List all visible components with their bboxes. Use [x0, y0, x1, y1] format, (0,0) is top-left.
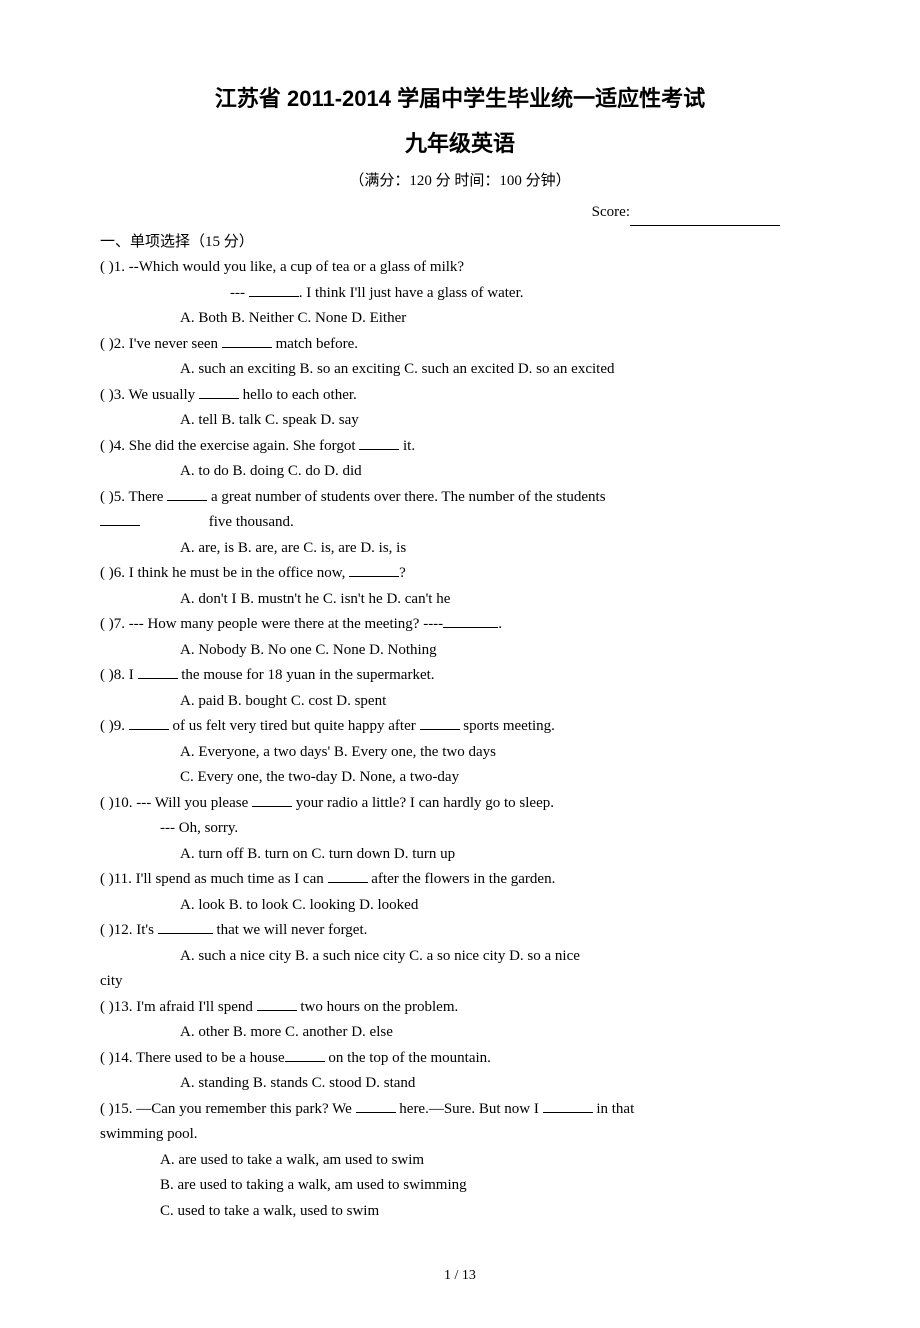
question-12: ( )12. It's that we will never forget. A… [100, 918, 820, 995]
q5-cont: five thousand. [100, 510, 820, 536]
blank [328, 867, 368, 883]
blank [257, 995, 297, 1011]
question-7: ( )7. --- How many people were there at … [100, 612, 820, 663]
question-10: ( )10. --- Will you please your radio a … [100, 791, 820, 868]
q11-stem: ( )11. I'll spend as much time as I can … [100, 867, 820, 893]
q7-options: A. Nobody B. No one C. None D. Nothing [100, 638, 820, 664]
question-9: ( )9. of us felt very tired but quite ha… [100, 714, 820, 791]
q12-options: A. such a nice city B. a such nice city … [100, 944, 820, 970]
q8-options: A. paid B. bought C. cost D. spent [100, 689, 820, 715]
title-line-1: 江苏省 2011-2014 学届中学生毕业统一适应性考试 [100, 80, 820, 117]
q7-stem: ( )7. --- How many people were there at … [100, 612, 820, 638]
blank [543, 1097, 593, 1113]
blank [249, 281, 299, 297]
blank [100, 510, 140, 526]
question-13: ( )13. I'm afraid I'll spend two hours o… [100, 995, 820, 1046]
q8-stem: ( )8. I the mouse for 18 yuan in the sup… [100, 663, 820, 689]
q3-options: A. tell B. talk C. speak D. say [100, 408, 820, 434]
q9-stem: ( )9. of us felt very tired but quite ha… [100, 714, 820, 740]
q9-options-2: C. Every one, the two-day D. None, a two… [100, 765, 820, 791]
blank [167, 485, 207, 501]
section-1-header: 一、单项选择（15 分） [100, 230, 820, 256]
q15-stem: ( )15. —Can you remember this park? We h… [100, 1097, 820, 1123]
q1-stem-line2: --- . I think I'll just have a glass of … [100, 281, 820, 307]
q12-cont: city [100, 969, 820, 995]
q13-options: A. other B. more C. another D. else [100, 1020, 820, 1046]
q11-options: A. look B. to look C. looking D. looked [100, 893, 820, 919]
score-label: Score: [592, 204, 630, 220]
q15-option-c: C. used to take a walk, used to swim [100, 1199, 820, 1225]
score-line: Score: [100, 200, 820, 226]
question-14: ( )14. There used to be a house on the t… [100, 1046, 820, 1097]
q5-stem: ( )5. There a great number of students o… [100, 485, 820, 511]
question-8: ( )8. I the mouse for 18 yuan in the sup… [100, 663, 820, 714]
blank [158, 918, 213, 934]
blank [420, 714, 460, 730]
page-footer: 1 / 13 [100, 1264, 820, 1288]
q6-options: A. don't I B. mustn't he C. isn't he D. … [100, 587, 820, 613]
blank [252, 791, 292, 807]
question-2: ( )2. I've never seen match before. A. s… [100, 332, 820, 383]
q12-stem: ( )12. It's that we will never forget. [100, 918, 820, 944]
q2-options: A. such an exciting B. so an exciting C.… [100, 357, 820, 383]
question-6: ( )6. I think he must be in the office n… [100, 561, 820, 612]
question-11: ( )11. I'll spend as much time as I can … [100, 867, 820, 918]
question-3: ( )3. We usually hello to each other. A.… [100, 383, 820, 434]
q10-cont: --- Oh, sorry. [100, 816, 820, 842]
q5-options: A. are, is B. are, are C. is, are D. is,… [100, 536, 820, 562]
q1-options: A. Both B. Neither C. None D. Either [100, 306, 820, 332]
score-blank [630, 210, 780, 226]
q9-options-1: A. Everyone, a two days' B. Every one, t… [100, 740, 820, 766]
question-1: ( )1. --Which would you like, a cup of t… [100, 255, 820, 332]
question-4: ( )4. She did the exercise again. She fo… [100, 434, 820, 485]
q14-options: A. standing B. stands C. stood D. stand [100, 1071, 820, 1097]
q13-stem: ( )13. I'm afraid I'll spend two hours o… [100, 995, 820, 1021]
subtitle: （满分：120 分 时间：100 分钟） [100, 169, 820, 195]
question-5: ( )5. There a great number of students o… [100, 485, 820, 562]
q4-options: A. to do B. doing C. do D. did [100, 459, 820, 485]
blank [138, 663, 178, 679]
blank [199, 383, 239, 399]
q15-option-b: B. are used to taking a walk, am used to… [100, 1173, 820, 1199]
blank [129, 714, 169, 730]
blank [359, 434, 399, 450]
q3-stem: ( )3. We usually hello to each other. [100, 383, 820, 409]
q10-stem: ( )10. --- Will you please your radio a … [100, 791, 820, 817]
title-line-2: 九年级英语 [100, 125, 820, 162]
q2-stem: ( )2. I've never seen match before. [100, 332, 820, 358]
q14-stem: ( )14. There used to be a house on the t… [100, 1046, 820, 1072]
q6-stem: ( )6. I think he must be in the office n… [100, 561, 820, 587]
q15-option-a: A. are used to take a walk, am used to s… [100, 1148, 820, 1174]
blank [285, 1046, 325, 1062]
q10-options: A. turn off B. turn on C. turn down D. t… [100, 842, 820, 868]
blank [443, 612, 498, 628]
blank [356, 1097, 396, 1113]
q15-cont: swimming pool. [100, 1122, 820, 1148]
q4-stem: ( )4. She did the exercise again. She fo… [100, 434, 820, 460]
question-15: ( )15. —Can you remember this park? We h… [100, 1097, 820, 1225]
q1-stem-line1: ( )1. --Which would you like, a cup of t… [100, 255, 820, 281]
blank [349, 561, 399, 577]
blank [222, 332, 272, 348]
